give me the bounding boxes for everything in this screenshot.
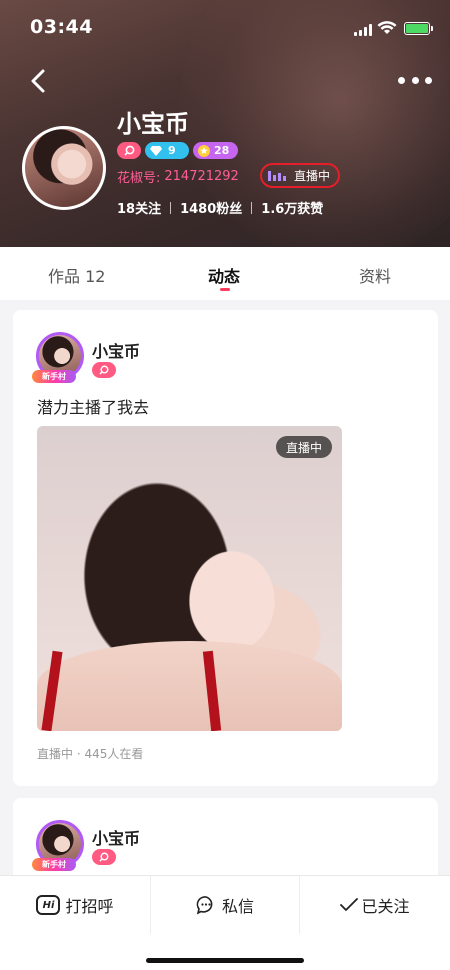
pepper-icon [99, 852, 109, 862]
tab-info[interactable]: 资料 [359, 263, 391, 287]
tab-works[interactable]: 作品 12 [48, 263, 105, 287]
live-status-indicator[interactable]: 直播中 [260, 163, 340, 188]
poster-name[interactable]: 小宝币 [92, 338, 140, 362]
diamond-badge: 9 [145, 142, 189, 159]
fans-count[interactable]: 1480粉丝 [180, 198, 242, 217]
status-bar: 03:44 [0, 0, 450, 58]
profile-tabs: 作品 12 动态 资料 [0, 247, 450, 300]
post-card[interactable]: 新手村 小宝币 潜力主播了我去 直播中 直播中 · 445人在看 [13, 310, 438, 786]
greet-label: 打招呼 [65, 897, 114, 916]
image-shoulder-shape [37, 641, 342, 731]
poster-name[interactable]: 小宝币 [92, 825, 140, 849]
id-value: 214721292 [164, 169, 239, 184]
profile-badges: 9 28 [117, 142, 238, 159]
chat-bubble-icon [196, 896, 213, 915]
greet-button[interactable]: Hi 打招呼 [0, 876, 150, 934]
post-image[interactable]: 直播中 [37, 426, 342, 731]
likes-count: 1.6万获赞 [261, 202, 324, 217]
star-count: 28 [214, 144, 230, 157]
back-arrow-icon[interactable] [26, 66, 52, 96]
pepper-icon [99, 365, 109, 375]
followed-label: 已关注 [361, 897, 410, 916]
live-bars-icon [268, 170, 286, 181]
hi-icon: Hi [36, 895, 61, 915]
more-options-icon[interactable] [398, 70, 432, 90]
tab-moments[interactable]: 动态 [208, 263, 240, 287]
profile-name: 小宝币 [117, 110, 189, 138]
pepper-icon [123, 145, 134, 156]
home-indicator[interactable] [146, 958, 304, 963]
newbie-tag: 新手村 [32, 858, 76, 871]
live-status-text: 直播中 [294, 169, 331, 183]
poster-level-badge [92, 362, 116, 378]
stats-divider [251, 201, 253, 214]
bottom-action-bar: Hi 打招呼 私信 已关注 [0, 875, 450, 970]
post-meta: 直播中 · 445人在看 [37, 747, 144, 761]
poster-level-badge [92, 849, 116, 865]
profile-id: 花椒号: 214721292 [117, 167, 239, 186]
cellular-signal-icon [354, 24, 372, 36]
active-tab-indicator [220, 288, 230, 291]
diamond-count: 9 [168, 144, 176, 157]
star-icon [198, 144, 210, 157]
diamond-icon [150, 145, 162, 156]
newbie-tag: 新手村 [32, 370, 76, 383]
live-chip: 直播中 [275, 436, 332, 458]
wifi-icon [377, 21, 397, 34]
stats-divider [170, 201, 172, 214]
profile-header: 03:44 小宝币 9 28 花椒号: 214721292 直播中 18关注 1… [0, 0, 450, 247]
battery-icon [404, 22, 433, 35]
message-button[interactable]: 私信 [150, 876, 300, 934]
profile-avatar[interactable] [22, 126, 106, 210]
following-count[interactable]: 18关注 [117, 198, 161, 217]
id-label: 花椒号: [117, 171, 161, 186]
status-time: 03:44 [30, 16, 93, 38]
check-icon [340, 898, 359, 911]
level-badge [117, 142, 141, 159]
profile-stats: 18关注 1480粉丝 1.6万获赞 [117, 198, 323, 217]
followed-button[interactable]: 已关注 [300, 876, 450, 934]
message-label: 私信 [221, 897, 254, 916]
star-badge: 28 [193, 142, 238, 159]
post-text: 潜力主播了我去 [37, 398, 150, 417]
